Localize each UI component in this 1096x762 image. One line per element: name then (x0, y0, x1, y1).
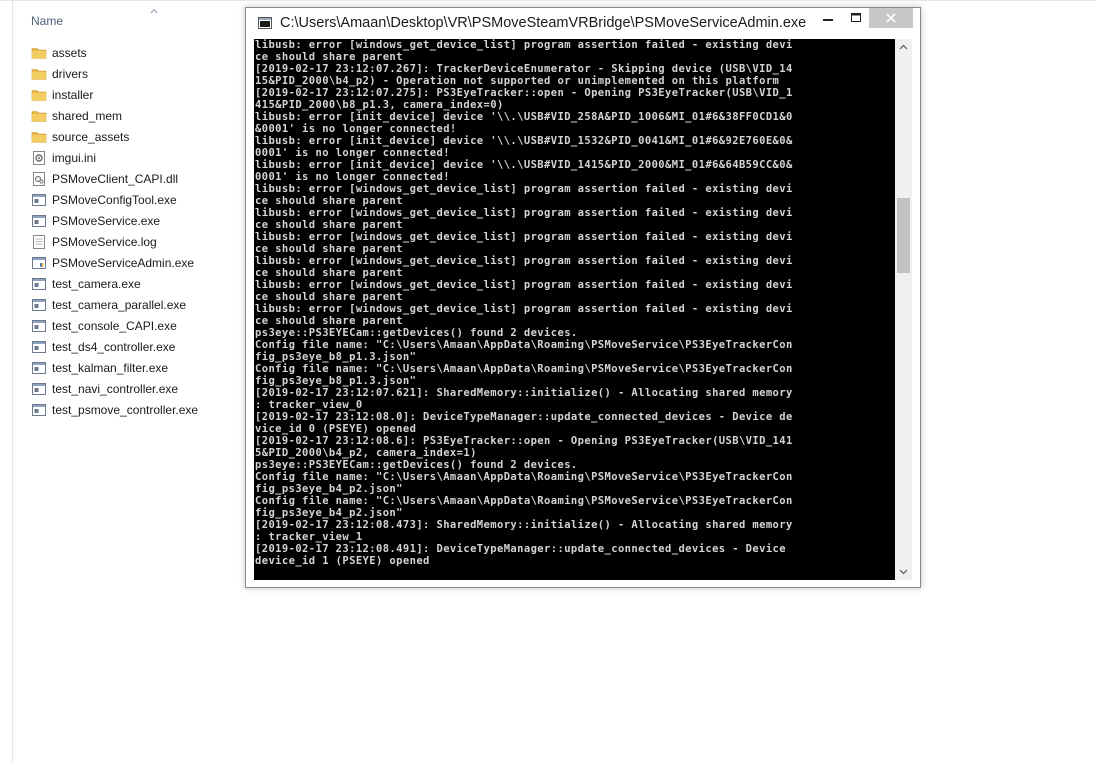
file-item[interactable]: test_camera_parallel.exe (31, 294, 198, 315)
exe-file-icon (31, 360, 47, 376)
console-vertical-scrollbar[interactable] (895, 39, 912, 580)
file-list: assets drivers installer shared_mem source_a… (31, 42, 198, 420)
file-item[interactable]: PSMoveClient_CAPI.dll (31, 168, 198, 189)
exe-file-icon (31, 318, 47, 334)
file-name: test_kalman_filter.exe (52, 360, 169, 375)
sort-ascending-icon (150, 8, 158, 14)
name-column-header[interactable]: Name (31, 14, 63, 32)
close-icon (886, 13, 896, 23)
folder-icon (31, 66, 47, 82)
settings-file-icon (31, 150, 47, 166)
exe-file-icon (31, 276, 47, 292)
minimize-icon (823, 19, 833, 21)
console-output-text: libusb: error [windows_get_device_list] … (255, 39, 793, 567)
scroll-up-arrow-icon[interactable] (895, 39, 912, 56)
file-item[interactable]: PSMoveService.exe (31, 210, 198, 231)
file-name: test_console_CAPI.exe (52, 318, 177, 333)
file-name: test_camera.exe (52, 276, 141, 291)
console-window-title: C:\Users\Amaan\Desktop\VR\PSMoveSteamVRB… (280, 15, 807, 31)
file-name: PSMoveClient_CAPI.dll (52, 171, 179, 186)
folder-icon (31, 87, 47, 103)
file-name: PSMoveService.log (52, 234, 157, 249)
text-file-icon (31, 234, 47, 250)
exe-file-icon (31, 192, 47, 208)
navigation-pane-divider[interactable] (12, 0, 13, 762)
file-name: drivers (52, 66, 89, 81)
scroll-down-arrow-icon[interactable] (895, 563, 912, 580)
file-name: test_ds4_controller.exe (52, 339, 176, 354)
file-name: imgui.ini (52, 150, 97, 165)
file-item[interactable]: installer (31, 84, 198, 105)
exe-file-icon (31, 339, 47, 355)
maximize-icon (851, 13, 861, 22)
file-name: installer (52, 87, 94, 102)
exe-file-icon (31, 402, 47, 418)
file-item[interactable]: test_camera.exe (31, 273, 198, 294)
file-name: source_assets (52, 129, 130, 144)
file-item[interactable]: test_psmove_controller.exe (31, 399, 198, 420)
dll-file-icon (31, 171, 47, 187)
minimize-button[interactable] (814, 8, 842, 28)
maximize-button[interactable] (842, 8, 870, 28)
file-name: shared_mem (52, 108, 123, 123)
file-name: test_camera_parallel.exe (52, 297, 187, 312)
folder-icon (31, 45, 47, 61)
file-item[interactable]: PSMoveConfigTool.exe (31, 189, 198, 210)
file-name: PSMoveServiceAdmin.exe (52, 255, 195, 270)
exe-file-icon (31, 213, 47, 229)
file-item[interactable]: test_console_CAPI.exe (31, 315, 198, 336)
file-item[interactable]: test_navi_controller.exe (31, 378, 198, 399)
file-item[interactable]: source_assets (31, 126, 198, 147)
explorer-top-border (0, 0, 1096, 1)
file-name: PSMoveService.exe (52, 213, 161, 228)
exe-file-icon (31, 297, 47, 313)
file-item[interactable]: PSMoveServiceAdmin.exe (31, 252, 198, 273)
exe-admin-file-icon (31, 255, 47, 271)
console-window[interactable]: C:\Users\Amaan\Desktop\VR\PSMoveSteamVRB… (245, 7, 921, 588)
file-item[interactable]: test_ds4_controller.exe (31, 336, 198, 357)
file-name: test_navi_controller.exe (52, 381, 179, 396)
file-item[interactable]: test_kalman_filter.exe (31, 357, 198, 378)
file-item[interactable]: drivers (31, 63, 198, 84)
file-name: assets (52, 45, 87, 60)
close-button[interactable] (869, 8, 913, 28)
file-item[interactable]: assets (31, 42, 198, 63)
file-item[interactable]: PSMoveService.log (31, 231, 198, 252)
file-name: test_psmove_controller.exe (52, 402, 199, 417)
file-item[interactable]: imgui.ini (31, 147, 198, 168)
console-titlebar[interactable]: C:\Users\Amaan\Desktop\VR\PSMoveSteamVRB… (246, 8, 920, 39)
console-output-area[interactable]: libusb: error [windows_get_device_list] … (254, 39, 895, 580)
console-app-icon (258, 17, 272, 29)
exe-file-icon (31, 381, 47, 397)
file-item[interactable]: shared_mem (31, 105, 198, 126)
scrollbar-thumb[interactable] (897, 198, 910, 273)
folder-icon (31, 129, 47, 145)
file-name: PSMoveConfigTool.exe (52, 192, 177, 207)
folder-icon (31, 108, 47, 124)
